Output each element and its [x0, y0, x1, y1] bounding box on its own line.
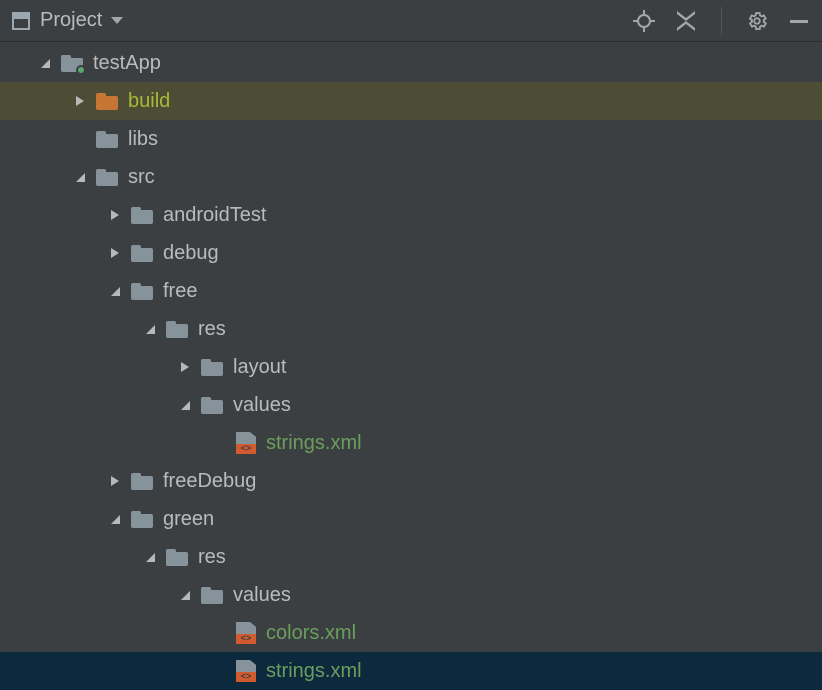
tree-item-free-res[interactable]: res — [0, 310, 822, 348]
folder-icon — [131, 511, 153, 528]
xml-file-icon: <> — [236, 660, 256, 682]
folder-icon — [201, 397, 223, 414]
collapse-all-icon[interactable] — [675, 11, 697, 31]
tree-item-green-strings[interactable]: <> strings.xml — [0, 652, 822, 690]
folder-icon — [166, 321, 188, 338]
view-mode-dropdown[interactable] — [110, 16, 124, 26]
chevron-down-icon[interactable] — [35, 53, 55, 73]
tree-item-green[interactable]: green — [0, 500, 822, 538]
tree-item-libs[interactable]: libs — [0, 120, 822, 158]
chevron-right-icon[interactable] — [175, 357, 195, 377]
tree-item-freeDebug[interactable]: freeDebug — [0, 462, 822, 500]
tree-item-androidTest[interactable]: androidTest — [0, 196, 822, 234]
chevron-down-icon[interactable] — [105, 281, 125, 301]
tree-label: layout — [233, 356, 286, 379]
tree-label: src — [128, 166, 155, 189]
folder-icon — [201, 587, 223, 604]
tree-label: strings.xml — [266, 432, 362, 455]
tree-item-src[interactable]: src — [0, 158, 822, 196]
folder-icon — [131, 283, 153, 300]
toolbar-title: Project — [40, 9, 102, 32]
tree-item-debug[interactable]: debug — [0, 234, 822, 272]
folder-icon — [166, 549, 188, 566]
tree-label: green — [163, 508, 214, 531]
build-folder-icon — [96, 93, 118, 110]
chevron-down-icon[interactable] — [175, 395, 195, 415]
xml-file-icon: <> — [236, 622, 256, 644]
locate-icon[interactable] — [633, 10, 655, 32]
toolbar: Project — [0, 0, 822, 42]
folder-icon — [96, 131, 118, 148]
chevron-down-icon[interactable] — [140, 319, 160, 339]
tree-label: colors.xml — [266, 622, 356, 645]
folder-icon — [131, 473, 153, 490]
folder-icon — [131, 207, 153, 224]
folder-icon — [96, 169, 118, 186]
toolbar-actions — [633, 7, 810, 35]
tree-label: freeDebug — [163, 470, 256, 493]
chevron-right-icon[interactable] — [105, 243, 125, 263]
chevron-right-icon[interactable] — [105, 471, 125, 491]
tree-label: debug — [163, 242, 219, 265]
chevron-down-icon[interactable] — [175, 585, 195, 605]
tree-item-colors[interactable]: <> colors.xml — [0, 614, 822, 652]
chevron-down-icon[interactable] — [70, 167, 90, 187]
tree-label: res — [198, 546, 226, 569]
tree-label: build — [128, 90, 170, 113]
folder-icon — [131, 245, 153, 262]
toolbar-separator — [721, 7, 722, 35]
project-window-icon — [12, 12, 30, 30]
chevron-down-icon[interactable] — [140, 547, 160, 567]
folder-icon — [201, 359, 223, 376]
tree-item-free-strings[interactable]: <> strings.xml — [0, 424, 822, 462]
chevron-down-icon[interactable] — [105, 509, 125, 529]
tree-label: strings.xml — [266, 660, 362, 683]
tree-item-free[interactable]: free — [0, 272, 822, 310]
chevron-right-icon[interactable] — [70, 91, 90, 111]
tree-item-build[interactable]: build — [0, 82, 822, 120]
tree-label: values — [233, 584, 291, 607]
tree-item-testApp[interactable]: testApp — [0, 44, 822, 82]
tree-label: values — [233, 394, 291, 417]
tree-item-free-values[interactable]: values — [0, 386, 822, 424]
tree-item-green-values[interactable]: values — [0, 576, 822, 614]
project-tree: testApp build libs src — [0, 42, 822, 690]
tree-label: androidTest — [163, 204, 266, 227]
tree-label: free — [163, 280, 197, 303]
xml-file-icon: <> — [236, 432, 256, 454]
chevron-right-icon[interactable] — [105, 205, 125, 225]
tree-item-green-res[interactable]: res — [0, 538, 822, 576]
settings-gear-icon[interactable] — [746, 10, 768, 32]
tree-label: libs — [128, 128, 158, 151]
tree-label: res — [198, 318, 226, 341]
minimize-icon[interactable] — [788, 10, 810, 32]
tree-item-layout[interactable]: layout — [0, 348, 822, 386]
tree-label: testApp — [93, 52, 161, 75]
module-folder-icon — [61, 55, 83, 72]
